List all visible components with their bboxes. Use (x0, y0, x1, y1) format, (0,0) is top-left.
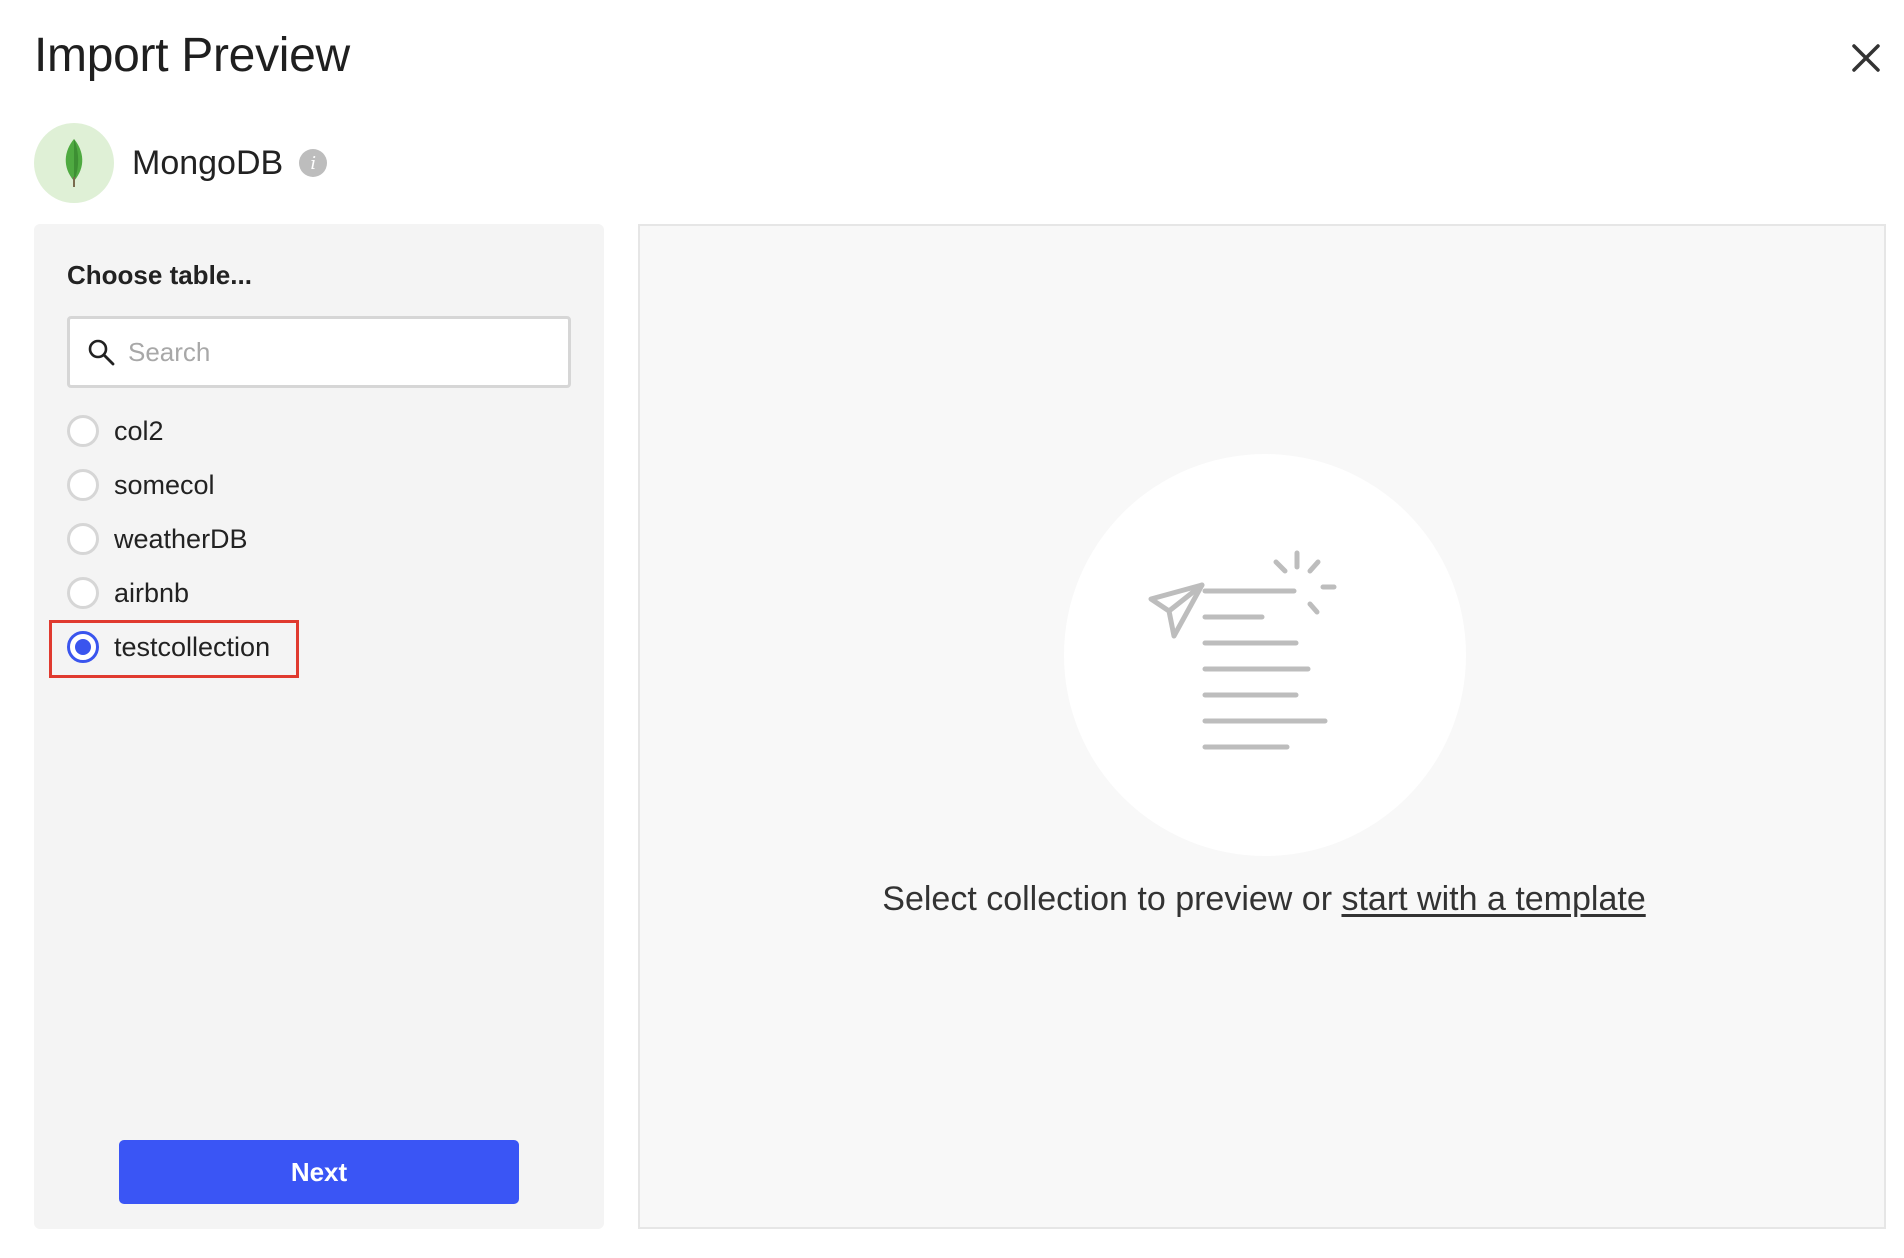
mongodb-leaf-icon (65, 139, 83, 187)
source-name: MongoDB (132, 143, 284, 182)
radio-button[interactable] (67, 415, 99, 447)
preview-panel: Select collection to preview or start wi… (638, 224, 1886, 1229)
table-chooser-panel: Choose table... col2 somecol weatherDB a… (34, 224, 604, 1229)
table-option-label: somecol (114, 469, 215, 500)
table-option-col2[interactable]: col2 (67, 404, 270, 458)
search-icon (88, 339, 115, 366)
dialog-title: Import Preview (34, 29, 350, 82)
source-row: MongoDB i (34, 123, 328, 203)
preview-message: Select collection to preview or start wi… (640, 880, 1888, 919)
preview-illustration (1064, 454, 1466, 856)
next-button[interactable]: Next (119, 1140, 519, 1204)
mongodb-logo (34, 123, 114, 203)
table-option-somecol[interactable]: somecol (67, 458, 270, 512)
table-option-testcollection[interactable]: testcollection (49, 620, 299, 678)
start-with-template-link[interactable]: start with a template (1341, 880, 1645, 918)
radio-button-selected[interactable] (67, 631, 99, 663)
choose-table-label: Choose table... (67, 260, 252, 290)
document-send-icon (1148, 550, 1337, 750)
table-option-airbnb[interactable]: airbnb (67, 566, 270, 620)
preview-message-text: Select collection to preview or (882, 880, 1342, 918)
search-field[interactable] (67, 316, 571, 388)
table-option-label: airbnb (114, 577, 190, 608)
table-option-label: weatherDB (114, 523, 248, 554)
radio-button[interactable] (67, 577, 99, 609)
table-radio-list: col2 somecol weatherDB airbnb testcollec… (49, 404, 299, 678)
radio-button[interactable] (67, 523, 99, 555)
radio-button[interactable] (67, 469, 99, 501)
table-option-weatherdb[interactable]: weatherDB (67, 512, 270, 566)
close-button[interactable] (1846, 38, 1886, 78)
search-input[interactable] (128, 336, 548, 368)
close-icon (1852, 44, 1880, 72)
table-option-label: col2 (114, 415, 164, 446)
info-icon[interactable]: i (299, 149, 328, 177)
